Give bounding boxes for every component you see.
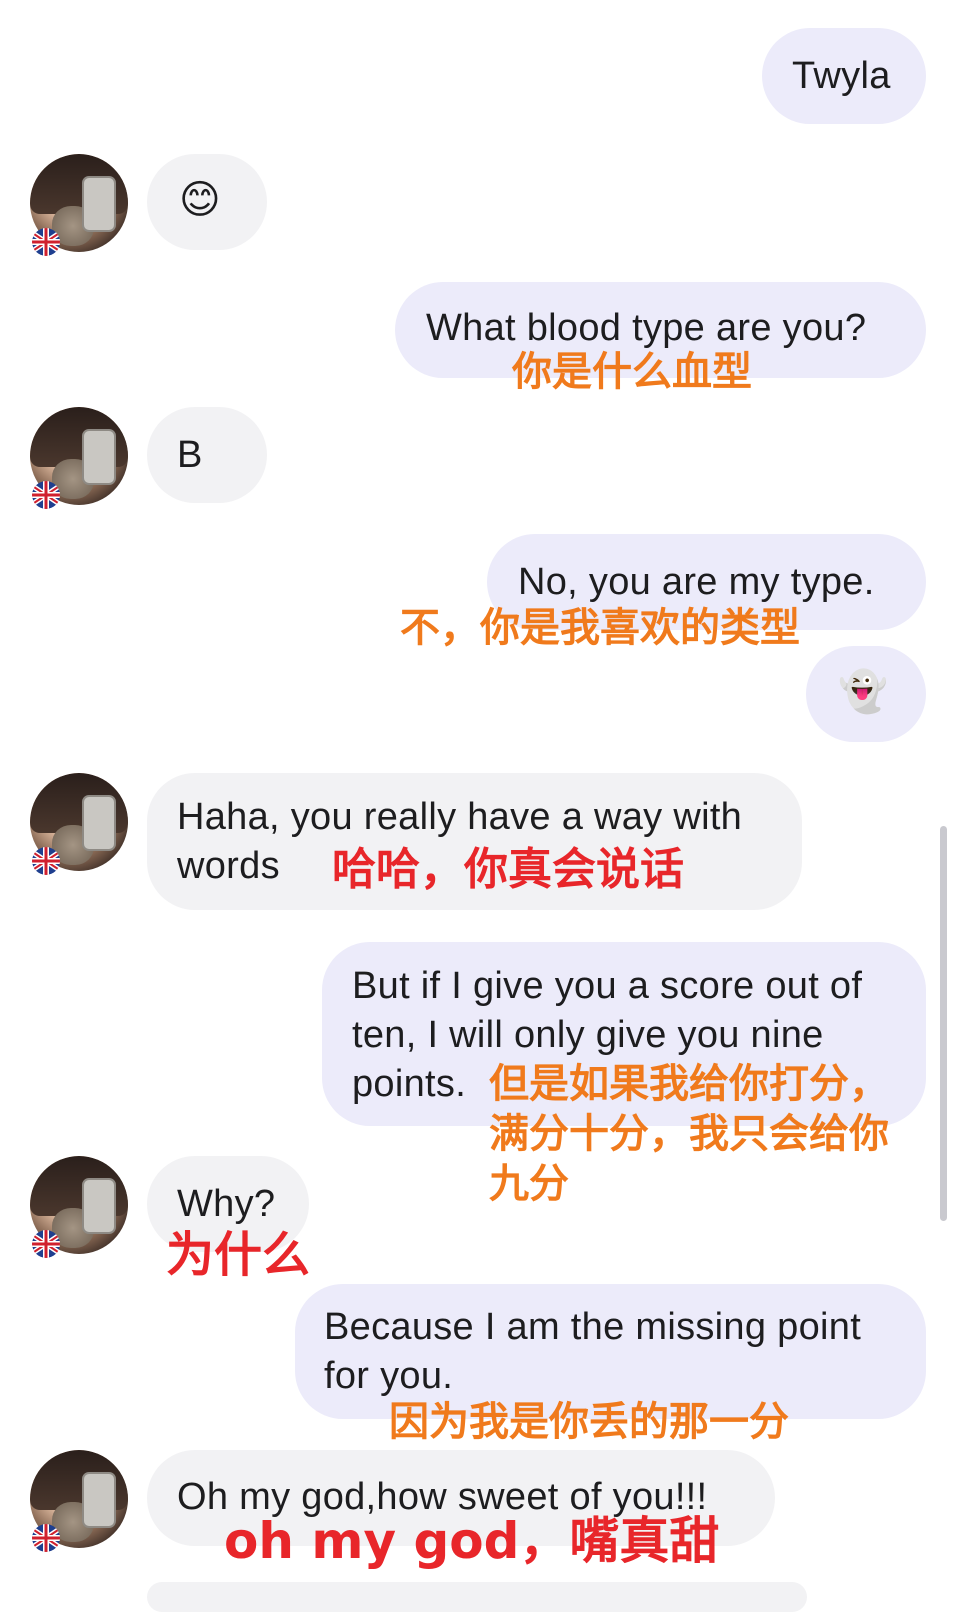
contact-avatar[interactable]: [30, 1450, 128, 1552]
message-line: Because I am the missing point: [324, 1306, 862, 1348]
message-line: Haha, you really have a way with: [177, 796, 743, 838]
translation-caption: 为什么: [166, 1227, 311, 1283]
message-text: Twyla: [792, 55, 891, 97]
next-message-edge: [147, 1582, 807, 1612]
translation-caption: 满分十分，我只会给你: [489, 1111, 889, 1157]
contact-avatar[interactable]: [30, 773, 128, 875]
translation-caption: 你是什么血型: [512, 349, 752, 395]
incoming-message-emoji[interactable]: 😊: [147, 154, 267, 250]
uk-flag-icon: [32, 481, 60, 509]
translation-caption: oh my god，嘴真甜: [224, 1512, 720, 1570]
uk-flag-icon: [32, 1230, 60, 1258]
contact-avatar[interactable]: [30, 407, 128, 509]
message-text: What blood type are you?: [426, 307, 867, 349]
translation-caption: 但是如果我给你打分，: [489, 1061, 889, 1107]
uk-flag-icon: [32, 847, 60, 875]
outgoing-message-twyla[interactable]: Twyla: [762, 28, 926, 124]
message-text: Why?: [177, 1183, 276, 1225]
contact-avatar[interactable]: [30, 1156, 128, 1258]
message-line: ten, I will only give you nine: [352, 1014, 824, 1056]
scrollbar[interactable]: [940, 826, 947, 1221]
message-text: B: [177, 434, 203, 476]
outgoing-message-ghost[interactable]: 👻: [806, 646, 926, 742]
smile-emoji-icon: 😊: [179, 178, 221, 222]
incoming-message-b[interactable]: B: [147, 407, 267, 503]
message-text: No, you are my type.: [518, 561, 875, 603]
translation-caption: 哈哈，你真会说话: [332, 844, 684, 895]
uk-flag-icon: [32, 228, 60, 256]
translation-caption: 不，你是我喜欢的类型: [400, 605, 800, 651]
translation-caption: 因为我是你丢的那一分: [389, 1399, 789, 1445]
uk-flag-icon: [32, 1524, 60, 1552]
message-line: But if I give you a score out of: [352, 965, 863, 1007]
translation-caption: 九分: [489, 1161, 569, 1207]
ghost-emoji-icon: 👻: [838, 670, 889, 714]
message-line: for you.: [324, 1355, 454, 1397]
contact-avatar[interactable]: [30, 154, 128, 256]
